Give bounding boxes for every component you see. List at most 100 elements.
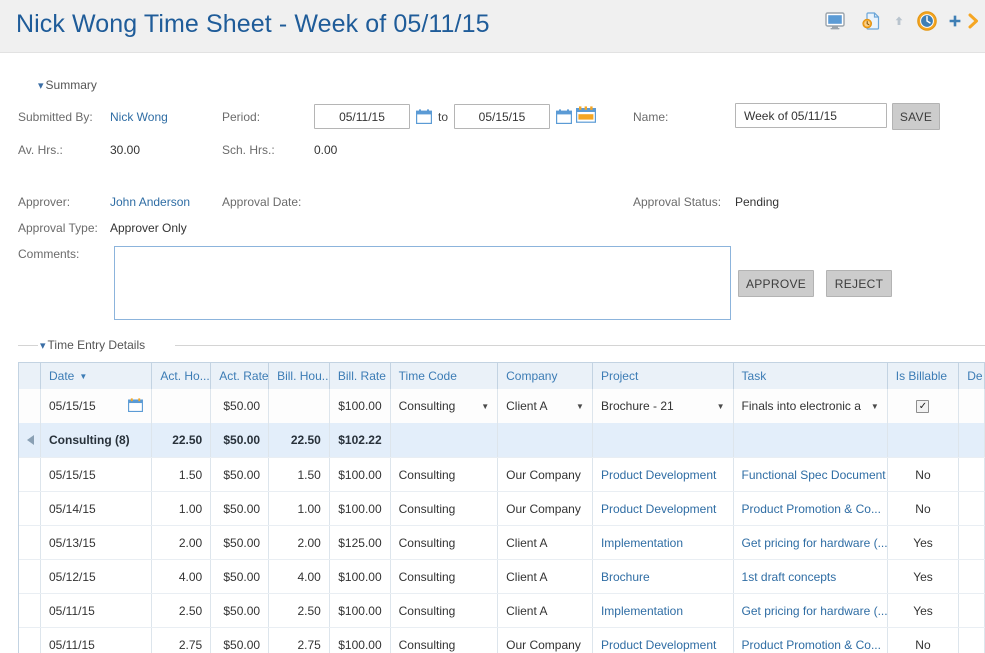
time-entry-section-label: Time Entry Details	[48, 338, 146, 352]
calendar-icon-end[interactable]	[556, 109, 572, 124]
approver-value[interactable]: John Anderson	[110, 195, 190, 209]
column-header-time-code[interactable]: Time Code	[391, 363, 498, 389]
cell-de	[959, 594, 985, 627]
grid-group-row[interactable]: Consulting (8) 22.50 $50.00 22.50 $102.2…	[19, 423, 985, 457]
cell-act-rate: $50.00	[211, 526, 269, 559]
cell-task[interactable]: Functional Spec Document	[734, 458, 888, 491]
summary-section-label: Summary	[46, 78, 97, 92]
cell-project[interactable]: Product Development	[593, 458, 734, 491]
cell-date: 05/15/15	[41, 458, 152, 491]
column-header-date[interactable]: Date ▼	[41, 363, 152, 389]
table-row[interactable]: 05/14/151.00$50.001.00$100.00ConsultingO…	[19, 491, 985, 525]
edit-row-select-cell[interactable]	[19, 389, 41, 423]
add-plus-icon[interactable]	[945, 6, 965, 36]
calendar-icon-row[interactable]	[128, 398, 143, 415]
period-end-input[interactable]	[454, 104, 550, 129]
time-entry-section-header[interactable]: ▾Time Entry Details	[40, 338, 151, 352]
edit-project-dropdown[interactable]: Brochure - 21 ▼	[593, 389, 734, 423]
cell-is-billable: Yes	[888, 526, 959, 559]
task-link[interactable]: 1st draft concepts	[742, 570, 837, 584]
cell-task[interactable]: Product Promotion & Co...	[734, 492, 888, 525]
table-row[interactable]: 05/11/152.50$50.002.50$100.00ConsultingC…	[19, 593, 985, 627]
group-collapse-cell[interactable]	[19, 423, 41, 457]
period-start-input[interactable]	[314, 104, 410, 129]
grid-edit-row[interactable]: 05/15/15 $50.00 $100.00 Consulting ▼ Cli…	[19, 389, 985, 423]
project-link[interactable]: Implementation	[601, 536, 683, 550]
column-header-project[interactable]: Project	[593, 363, 734, 389]
is-billable-checkbox[interactable]: ✓	[916, 400, 929, 413]
header-icon-toolbar	[817, 6, 985, 36]
approve-button[interactable]: APPROVE	[738, 270, 814, 297]
approval-status-label: Approval Status:	[633, 195, 721, 209]
cell-sel	[19, 594, 41, 627]
av-hrs-value: 30.00	[110, 143, 140, 157]
calendar-icon-start[interactable]	[416, 109, 432, 124]
submitted-by-value[interactable]: Nick Wong	[110, 110, 168, 124]
save-button[interactable]: SAVE	[892, 103, 940, 130]
task-link[interactable]: Product Promotion & Co...	[742, 502, 881, 516]
cell-company: Our Company	[498, 492, 593, 525]
table-row[interactable]: 05/15/151.50$50.001.50$100.00ConsultingO…	[19, 457, 985, 491]
monitor-icon[interactable]	[817, 6, 853, 36]
task-link[interactable]: Get pricing for hardware (...	[742, 536, 888, 550]
project-link[interactable]: Product Development	[601, 638, 716, 652]
edit-bill-rate-cell[interactable]: $100.00	[330, 389, 391, 423]
column-header-bill-hours[interactable]: Bill. Hou...	[269, 363, 330, 389]
task-link[interactable]: Product Promotion & Co...	[742, 638, 881, 652]
project-link[interactable]: Product Development	[601, 468, 716, 482]
project-link[interactable]: Implementation	[601, 604, 683, 618]
calendar-picker-icon[interactable]	[576, 106, 596, 123]
edit-act-hours-cell[interactable]	[152, 389, 211, 423]
upload-arrow-icon[interactable]	[889, 6, 909, 36]
group-is-billable-cell	[888, 423, 959, 457]
cell-project[interactable]: Product Development	[593, 492, 734, 525]
table-row[interactable]: 05/11/152.75$50.002.75$100.00ConsultingO…	[19, 627, 985, 653]
clock-icon[interactable]	[909, 6, 945, 36]
edit-is-billable-cell[interactable]: ✓	[888, 389, 959, 423]
column-header-is-billable[interactable]: Is Billable	[888, 363, 959, 389]
column-header-de[interactable]: De	[959, 363, 985, 389]
task-link[interactable]: Functional Spec Document	[742, 468, 886, 482]
project-link[interactable]: Brochure	[601, 570, 650, 584]
table-row[interactable]: 05/12/154.00$50.004.00$100.00ConsultingC…	[19, 559, 985, 593]
cell-act-hours: 4.00	[152, 560, 211, 593]
sort-descending-icon: ▼	[79, 372, 87, 381]
cell-project[interactable]: Implementation	[593, 594, 734, 627]
edit-de-cell[interactable]	[959, 389, 985, 423]
cell-act-rate: $50.00	[211, 628, 269, 653]
cell-project[interactable]: Brochure	[593, 560, 734, 593]
cell-project[interactable]: Product Development	[593, 628, 734, 653]
column-header-act-rate[interactable]: Act. Rate	[211, 363, 269, 389]
table-row[interactable]: 05/13/152.00$50.002.00$125.00ConsultingC…	[19, 525, 985, 559]
name-input[interactable]	[735, 103, 887, 128]
document-clock-icon[interactable]	[853, 6, 889, 36]
edit-task-dropdown[interactable]: Finals into electronic a ▼	[734, 389, 888, 423]
chevron-down-icon-time-code: ▼	[475, 402, 489, 411]
cell-project[interactable]: Implementation	[593, 526, 734, 559]
column-header-act-hours[interactable]: Act. Ho...	[152, 363, 211, 389]
cell-task[interactable]: Product Promotion & Co...	[734, 628, 888, 653]
column-header-bill-rate[interactable]: Bill. Rate	[330, 363, 391, 389]
project-link[interactable]: Product Development	[601, 502, 716, 516]
task-link[interactable]: Get pricing for hardware (...	[742, 604, 888, 618]
chevron-down-icon: ▾	[38, 80, 44, 92]
comments-textarea[interactable]	[114, 246, 731, 320]
edit-time-code-dropdown[interactable]: Consulting ▼	[391, 389, 498, 423]
column-header-company[interactable]: Company	[498, 363, 593, 389]
summary-section-header[interactable]: ▾Summary	[38, 78, 97, 92]
edit-act-rate-cell[interactable]: $50.00	[211, 389, 269, 423]
cell-de	[959, 560, 985, 593]
column-header-task[interactable]: Task	[734, 363, 888, 389]
cell-bill-rate: $100.00	[330, 492, 391, 525]
cell-is-billable: Yes	[888, 594, 959, 627]
edit-company-dropdown[interactable]: Client A ▼	[498, 389, 593, 423]
cell-task[interactable]: Get pricing for hardware (...	[734, 526, 888, 559]
group-de-cell	[959, 423, 985, 457]
cell-task[interactable]: Get pricing for hardware (...	[734, 594, 888, 627]
edit-bill-hours-cell[interactable]	[269, 389, 330, 423]
cell-task[interactable]: 1st draft concepts	[734, 560, 888, 593]
expand-chevron-icon[interactable]	[965, 6, 985, 36]
reject-button[interactable]: REJECT	[826, 270, 892, 297]
chevron-down-icon-task: ▼	[865, 402, 879, 411]
edit-date-cell[interactable]: 05/15/15	[41, 389, 152, 423]
